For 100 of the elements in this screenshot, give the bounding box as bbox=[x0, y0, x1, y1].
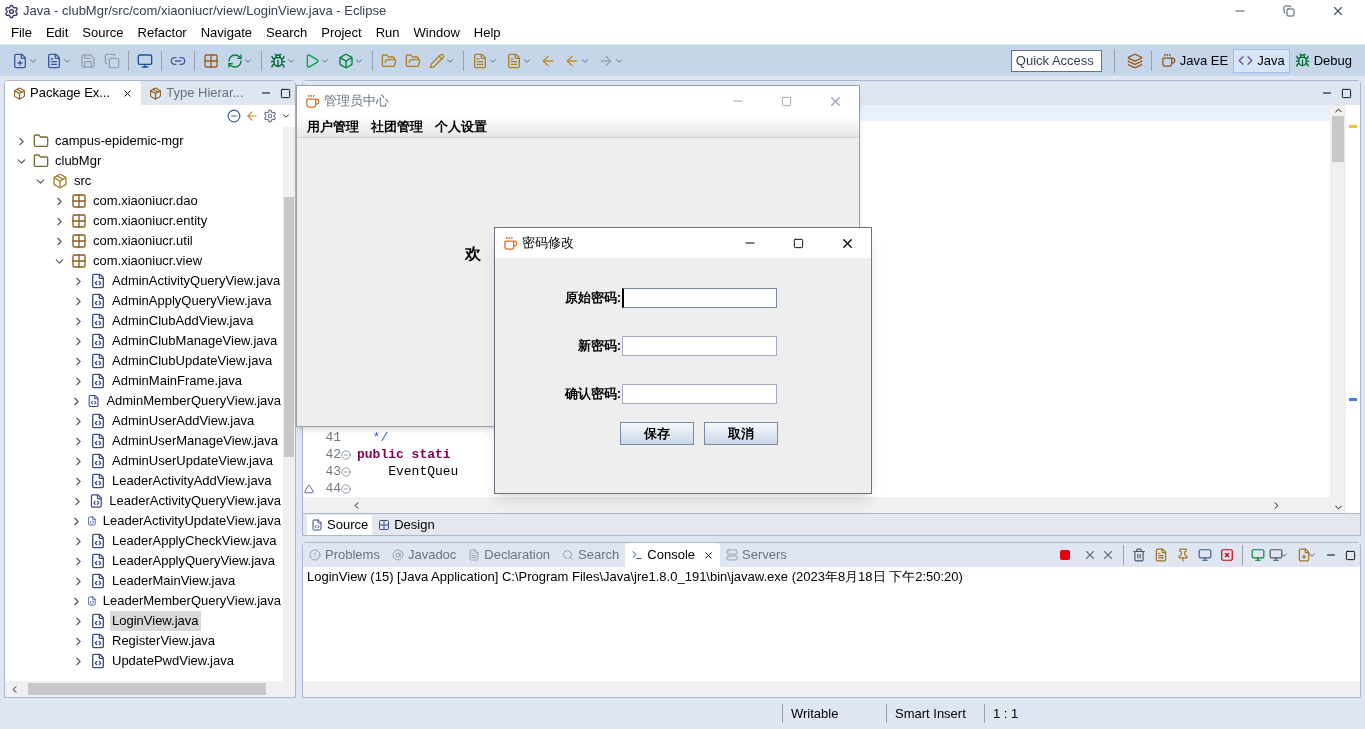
horizontal-scrollbar[interactable] bbox=[303, 497, 1330, 513]
scrollbar-thumb[interactable] bbox=[1332, 116, 1344, 162]
password-field[interactable] bbox=[622, 384, 777, 404]
perspective-button[interactable]: Debug bbox=[1289, 48, 1357, 73]
maximize-icon[interactable] bbox=[793, 237, 804, 249]
vertical-scrollbar[interactable] bbox=[1330, 105, 1346, 513]
view-tab[interactable]: Problems bbox=[303, 543, 386, 567]
console-icon bbox=[631, 549, 644, 561]
menu-item[interactable]: Navigate bbox=[193, 23, 259, 43]
java-file-icon bbox=[90, 473, 106, 489]
close-icon[interactable] bbox=[703, 549, 714, 561]
menu-item[interactable]: Project bbox=[314, 23, 369, 43]
maximize-icon[interactable] bbox=[1345, 549, 1356, 561]
caret-icon[interactable] bbox=[1279, 550, 1289, 560]
tree-item[interactable]: LeaderApplyCheckView.java bbox=[110, 531, 279, 551]
fold-icon[interactable] bbox=[341, 449, 351, 460]
tree-item[interactable]: AdminMainFrame.java bbox=[110, 371, 245, 391]
tree-item[interactable]: AdminMemberQueryView.java bbox=[104, 391, 283, 411]
tree-item[interactable]: LeaderMainView.java bbox=[110, 571, 238, 591]
remove-all-icon bbox=[1101, 548, 1115, 562]
dialog-button[interactable]: 保存 bbox=[620, 422, 694, 445]
maximize-icon[interactable] bbox=[1341, 87, 1352, 99]
menu-item[interactable]: 社团管理 bbox=[365, 116, 429, 137]
project-icon bbox=[33, 153, 49, 169]
view-tab[interactable]: Console bbox=[625, 543, 720, 567]
tree-item[interactable]: com.xiaoniucr.entity bbox=[91, 211, 210, 231]
menu-item[interactable]: Help bbox=[466, 23, 508, 43]
tree-item[interactable]: com.xiaoniucr.dao bbox=[91, 191, 200, 211]
project-icon bbox=[33, 133, 49, 149]
tree-item[interactable]: LeaderApplyQueryView.java bbox=[110, 551, 278, 571]
view-tab[interactable]: Declaration bbox=[462, 543, 557, 567]
horizontal-scrollbar[interactable] bbox=[303, 681, 1360, 697]
menu-item[interactable]: Run bbox=[368, 23, 407, 43]
clear-console-icon bbox=[1132, 548, 1146, 562]
tree-item[interactable]: LeaderActivityAddView.java bbox=[110, 471, 274, 491]
view-tab[interactable]: Search bbox=[556, 543, 626, 567]
maximize-icon[interactable] bbox=[280, 87, 291, 99]
tree-item[interactable]: LeaderMemberQueryView.java bbox=[100, 591, 283, 611]
tree-item[interactable]: UpdatePwdView.java bbox=[110, 651, 236, 671]
bug-icon bbox=[1294, 53, 1310, 68]
horizontal-scrollbar[interactable] bbox=[5, 681, 295, 697]
perspective-button[interactable]: Java bbox=[1233, 48, 1290, 73]
overview-marker[interactable] bbox=[1349, 398, 1357, 401]
menu-item[interactable]: 个人设置 bbox=[429, 116, 493, 137]
fold-icon[interactable] bbox=[341, 483, 351, 494]
menu-item[interactable]: 用户管理 bbox=[301, 116, 365, 137]
view-tab[interactable]: Type Hierar... bbox=[141, 81, 252, 105]
menu-item[interactable]: Edit bbox=[38, 23, 76, 43]
package-icon bbox=[71, 213, 87, 229]
tree-item[interactable]: AdminActivityQueryView.java bbox=[110, 271, 283, 291]
tree-item[interactable]: com.xiaoniucr.util bbox=[91, 231, 195, 251]
view-tab[interactable]: Package Ex... bbox=[5, 81, 142, 105]
console-launch-text: LoginView (15) [Java Application] C:\Program Files\Java\jre1.8.0_191\bin\javaw.exe (2023年8月18日 下午2:50:20) bbox=[306, 568, 964, 586]
java-file-icon bbox=[90, 293, 106, 309]
tree-item[interactable]: LoginView.java bbox=[110, 611, 201, 631]
editor-mode-tab[interactable]: Source bbox=[307, 515, 373, 535]
tree-item[interactable]: com.xiaoniucr.view bbox=[91, 251, 205, 271]
overview-marker[interactable] bbox=[1349, 125, 1357, 128]
scrollbar-thumb[interactable] bbox=[28, 683, 266, 695]
package-icon bbox=[13, 86, 26, 100]
tree-item[interactable]: AdminUserAddView.java bbox=[110, 411, 257, 431]
tree-item[interactable]: AdminUserManageView.java bbox=[110, 431, 280, 451]
quick-access-field[interactable]: Quick Access bbox=[1010, 49, 1102, 72]
tree-item[interactable]: LeaderActivityUpdateView.java bbox=[100, 511, 283, 531]
line-number: 43 bbox=[324, 462, 341, 481]
menu-item[interactable]: Source bbox=[75, 23, 131, 43]
password-field[interactable] bbox=[622, 336, 777, 356]
view-tab[interactable]: Servers bbox=[720, 543, 793, 567]
code-line: EventQueu bbox=[387, 462, 459, 481]
tree-item[interactable]: clubMgr bbox=[53, 151, 104, 171]
menu-item[interactable]: Search bbox=[259, 23, 315, 43]
view-menu-icon bbox=[263, 109, 277, 123]
status-field: Writable bbox=[782, 703, 886, 724]
fold-icon[interactable] bbox=[341, 466, 351, 477]
scrollbar-thumb[interactable] bbox=[284, 197, 294, 457]
tree-item[interactable]: campus-epidemic-mgr bbox=[53, 131, 186, 151]
tree-item[interactable]: AdminClubUpdateView.java bbox=[110, 351, 275, 371]
tree-item[interactable]: AdminUserUpdateView.java bbox=[110, 451, 275, 471]
tree-item[interactable]: LeaderActivityQueryView.java bbox=[107, 491, 283, 511]
menu-item[interactable]: File bbox=[4, 23, 39, 43]
caret-icon[interactable] bbox=[281, 111, 291, 121]
vertical-scrollbar[interactable] bbox=[283, 127, 295, 681]
tree-item[interactable]: src bbox=[72, 171, 94, 191]
menu-item[interactable]: Refactor bbox=[130, 23, 194, 43]
close-icon[interactable] bbox=[1331, 4, 1345, 18]
password-field[interactable] bbox=[622, 288, 777, 308]
caret-icon[interactable] bbox=[1307, 550, 1317, 560]
close-icon[interactable] bbox=[122, 87, 134, 99]
view-tab[interactable]: Javadoc bbox=[385, 543, 463, 567]
menu-item[interactable]: Window bbox=[406, 23, 467, 43]
tree-item[interactable]: AdminClubManageView.java bbox=[110, 331, 280, 351]
package-icon bbox=[149, 86, 163, 100]
restore-icon[interactable] bbox=[1283, 5, 1295, 17]
java-file-icon bbox=[90, 533, 106, 549]
tree-item[interactable]: RegisterView.java bbox=[110, 631, 218, 651]
tree-item[interactable]: AdminClubAddView.java bbox=[110, 311, 256, 331]
tree-item[interactable]: AdminApplyQueryView.java bbox=[110, 291, 274, 311]
package-icon bbox=[71, 253, 87, 269]
perspective-button[interactable]: Java EE bbox=[1155, 48, 1234, 73]
dialog-button[interactable]: 取消 bbox=[704, 422, 778, 445]
